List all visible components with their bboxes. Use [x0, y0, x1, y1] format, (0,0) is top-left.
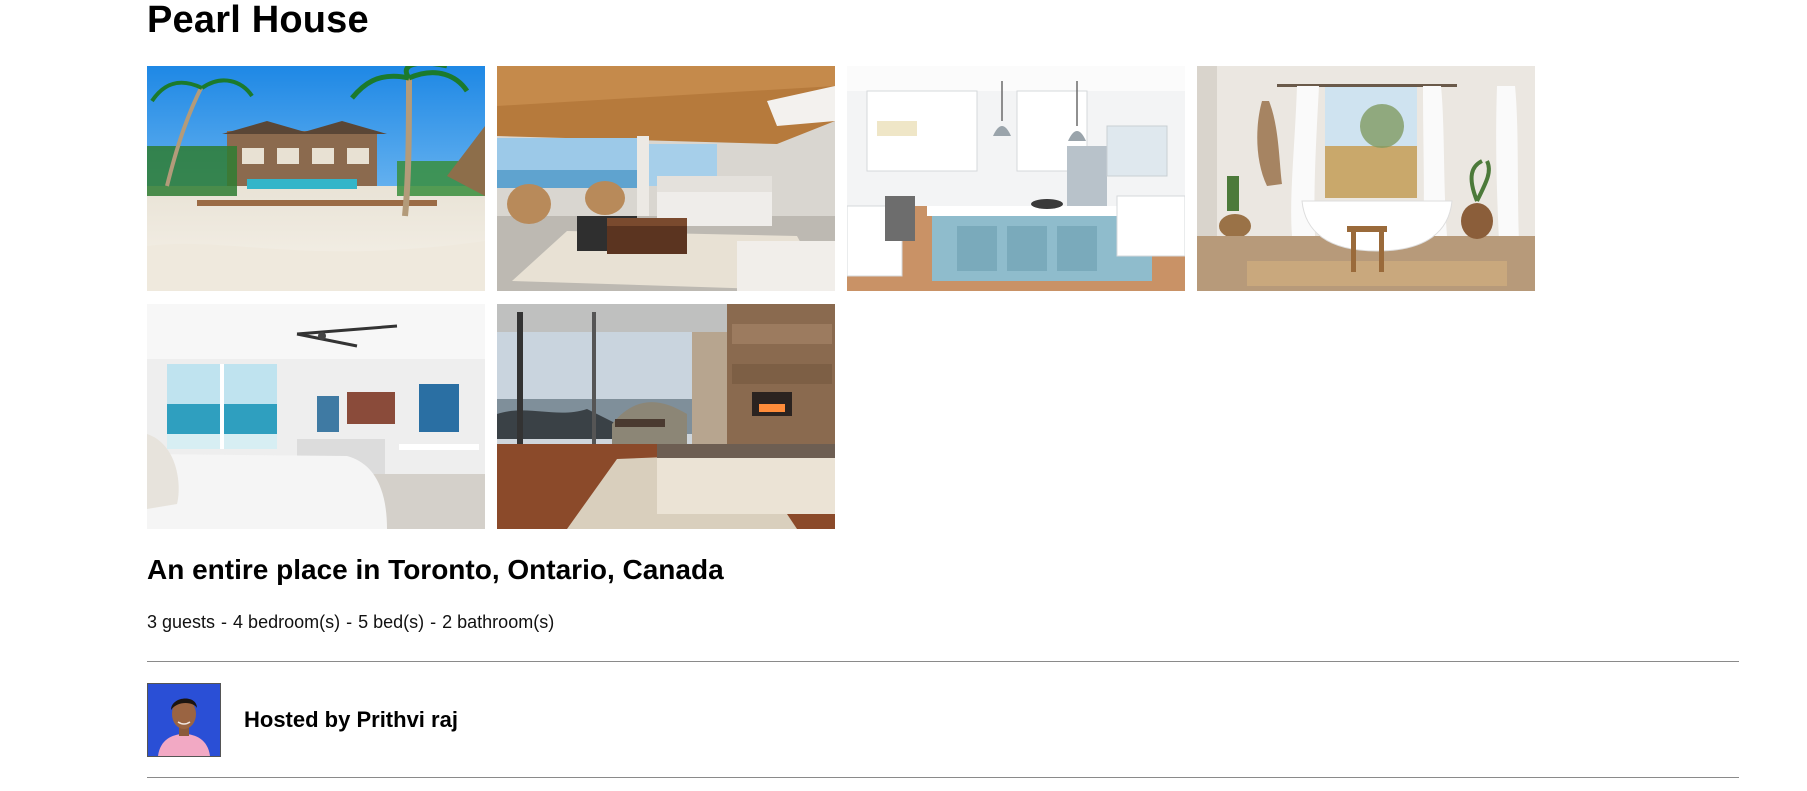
listing-title: Pearl House [147, 0, 369, 41]
living-room-photo[interactable] [497, 66, 835, 291]
beds-count: 5 bed(s) [358, 612, 425, 632]
listing-subtitle: An entire place in Toronto, Ontario, Can… [147, 554, 724, 585]
details-separator: - [430, 612, 437, 632]
details-separator: - [221, 612, 228, 632]
divider-bottom [147, 777, 1739, 778]
bedroom-ocean-photo[interactable] [147, 304, 485, 529]
beach-villa-photo[interactable] [147, 66, 485, 291]
host-avatar[interactable] [147, 683, 221, 757]
details-separator: - [346, 612, 353, 632]
bedrooms-count: 4 bedroom(s) [233, 612, 341, 632]
listing-details: 3 guests -4 bedroom(s) -5 bed(s) -2 bathroo… [147, 610, 554, 634]
bathrooms-count: 2 bathroom(s) [442, 612, 555, 632]
divider-top [147, 661, 1739, 662]
kitchen-photo[interactable] [847, 66, 1185, 291]
bedroom-fireplace-photo[interactable] [497, 304, 835, 529]
host-name: Hosted by Prithvi raj [244, 707, 458, 732]
bathroom-photo[interactable] [1197, 66, 1535, 291]
guests-count: 3 guests [147, 612, 216, 632]
